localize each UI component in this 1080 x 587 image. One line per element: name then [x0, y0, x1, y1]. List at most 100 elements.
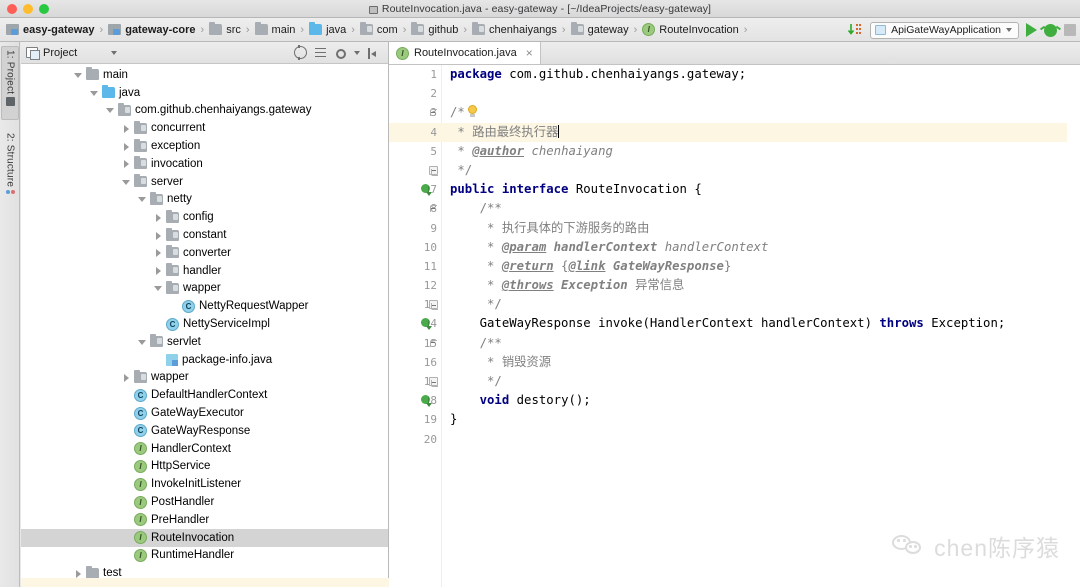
- sidebar-item-project[interactable]: 1: Project: [1, 46, 19, 120]
- window-traffic-lights[interactable]: [7, 4, 49, 14]
- tree-item-main[interactable]: main: [21, 66, 388, 84]
- gutter-line-10[interactable]: 10: [389, 238, 441, 257]
- code-fold-icon[interactable]: [429, 165, 438, 176]
- gutter-line-4[interactable]: 4: [389, 122, 441, 142]
- tree-item-invokeinitlistener[interactable]: I InvokeInitListener: [21, 475, 388, 493]
- tree-twisty-open-icon[interactable]: [89, 87, 100, 98]
- code-line-11[interactable]: * @return {@link GateWayResponse}: [441, 257, 1080, 276]
- code-line-12[interactable]: * @throws Exception 异常信息: [441, 276, 1080, 295]
- code-line-17[interactable]: */: [441, 372, 1080, 391]
- stop-button[interactable]: [1064, 24, 1076, 36]
- gutter-line-17[interactable]: 17: [389, 372, 441, 391]
- code-lines[interactable]: package com.github.chenhaiyangs.gateway;…: [441, 65, 1080, 587]
- gutter-line-14[interactable]: 14: [389, 314, 441, 333]
- tab-routeinvocation-java[interactable]: I RouteInvocation.java ×: [389, 42, 541, 64]
- code-line-20[interactable]: [441, 430, 1080, 449]
- tree-twisty-closed-icon[interactable]: [153, 265, 164, 276]
- maximize-window-button[interactable]: [39, 4, 49, 14]
- tree-item-server[interactable]: server: [21, 173, 388, 191]
- hide-panel-icon[interactable]: [368, 47, 379, 59]
- code-line-14[interactable]: GateWayResponse invoke(HandlerContext ha…: [441, 314, 1080, 333]
- tree-twisty-closed-icon[interactable]: [121, 123, 132, 134]
- gutter-line-11[interactable]: 11: [389, 257, 441, 276]
- tree-twisty-open-icon[interactable]: [105, 105, 116, 116]
- code-fold-icon[interactable]: [429, 377, 438, 387]
- code-line-5[interactable]: * @author chenhaiyang: [441, 142, 1080, 161]
- tree-item-nettyrequestwapper[interactable]: C NettyRequestWapper: [21, 297, 388, 315]
- chevron-down-icon[interactable]: [354, 50, 360, 55]
- tree-item-wapper[interactable]: wapper: [21, 369, 388, 387]
- code-fold-icon[interactable]: [429, 108, 438, 117]
- breadcrumb-item-easy-gateway[interactable]: easy-gateway: [6, 24, 95, 36]
- code-fold-icon[interactable]: [429, 204, 438, 213]
- gutter-line-12[interactable]: 12: [389, 276, 441, 295]
- tree-item-runtimehandler[interactable]: I RuntimeHandler: [21, 547, 388, 565]
- breadcrumb-item-gateway[interactable]: gateway: [570, 22, 629, 36]
- chevron-down-icon[interactable]: [111, 50, 118, 55]
- debug-button[interactable]: [1044, 23, 1057, 37]
- breadcrumb-item-chenhaiyangs[interactable]: chenhaiyangs: [472, 22, 557, 36]
- tree-twisty-open-icon[interactable]: [137, 336, 148, 347]
- code-line-9[interactable]: * 执行具体的下游服务的路由: [441, 219, 1080, 238]
- gutter-line-2[interactable]: 2: [389, 84, 441, 103]
- code-line-2[interactable]: [441, 84, 1080, 103]
- tree-item-exception[interactable]: exception: [21, 137, 388, 155]
- tree-twisty-closed-icon[interactable]: [153, 212, 164, 223]
- gutter-line-7[interactable]: 7: [389, 180, 441, 199]
- gutter-line-1[interactable]: 1: [389, 65, 441, 84]
- minimize-window-button[interactable]: [23, 4, 33, 14]
- breadcrumb-item-routeinvocation[interactable]: I RouteInvocation: [642, 23, 739, 36]
- code-line-15[interactable]: /**: [441, 334, 1080, 353]
- expand-all-icon[interactable]: [315, 46, 328, 59]
- chevron-down-icon[interactable]: [1006, 28, 1012, 32]
- tree-twisty-closed-icon[interactable]: [121, 158, 132, 169]
- tree-twisty-closed-icon[interactable]: [121, 372, 132, 383]
- code-editor[interactable]: 1234567891011121314151617181920 package …: [389, 65, 1080, 587]
- gutter-line-16[interactable]: 16: [389, 353, 441, 372]
- run-configuration-selector[interactable]: ApiGateWayApplication: [870, 21, 1019, 39]
- tree-twisty-open-icon[interactable]: [73, 69, 84, 80]
- gutter-line-19[interactable]: 19: [389, 410, 441, 429]
- code-line-8[interactable]: /**: [441, 199, 1080, 218]
- tree-item-servlet[interactable]: servlet: [21, 333, 388, 351]
- editor-marker-bar[interactable]: [1067, 65, 1080, 587]
- gutter-line-13[interactable]: 13: [389, 295, 441, 314]
- code-fold-icon[interactable]: [429, 300, 438, 311]
- tree-item-defaulthandlercontext[interactable]: C DefaultHandlerContext: [21, 386, 388, 404]
- breadcrumb-item-main[interactable]: main: [254, 22, 295, 36]
- code-line-10[interactable]: * @param handlerContext handlerContext: [441, 238, 1080, 257]
- run-gutter-icon[interactable]: [421, 395, 434, 408]
- tree-item-com-github-chenhaiyangs-gateway[interactable]: com.github.chenhaiyangs.gateway: [21, 102, 388, 120]
- run-gutter-icon[interactable]: [421, 184, 434, 197]
- code-line-4[interactable]: * 路由最终执行器: [441, 122, 1080, 142]
- tree-item-converter[interactable]: converter: [21, 244, 388, 262]
- tree-item-httpservice[interactable]: I HttpService: [21, 458, 388, 476]
- breadcrumb-item-gateway-core[interactable]: gateway-core: [108, 24, 196, 36]
- gutter-line-20[interactable]: 20: [389, 430, 441, 449]
- tree-twisty-closed-icon[interactable]: [153, 230, 164, 241]
- code-line-6[interactable]: */: [441, 161, 1080, 180]
- tree-item-handler[interactable]: handler: [21, 262, 388, 280]
- collapse-all-icon[interactable]: [294, 45, 307, 60]
- tree-item-config[interactable]: config: [21, 208, 388, 226]
- breadcrumb-item-github[interactable]: github: [411, 22, 458, 36]
- tree-item-constant[interactable]: constant: [21, 226, 388, 244]
- tree-item-java[interactable]: java: [21, 84, 388, 102]
- breadcrumb-item-src[interactable]: src: [209, 22, 241, 36]
- settings-gear-icon[interactable]: [336, 48, 346, 59]
- tree-twisty-open-icon[interactable]: [153, 283, 164, 294]
- code-line-18[interactable]: void destory();: [441, 391, 1080, 410]
- breadcrumb-item-com[interactable]: com: [359, 22, 398, 36]
- tree-item-gatewayexecutor[interactable]: C GateWayExecutor: [21, 404, 388, 422]
- tree-item-prehandler[interactable]: I PreHandler: [21, 511, 388, 529]
- gutter-line-18[interactable]: 18: [389, 391, 441, 410]
- code-line-1[interactable]: package com.github.chenhaiyangs.gateway;: [441, 65, 1080, 84]
- breadcrumb-item-java[interactable]: java: [309, 22, 346, 36]
- code-line-16[interactable]: * 销毁资源: [441, 353, 1080, 372]
- sidebar-item-structure[interactable]: 2: Structure: [1, 130, 19, 222]
- gutter-line-3[interactable]: 3: [389, 103, 441, 122]
- gutter-line-5[interactable]: 5: [389, 142, 441, 161]
- code-line-7[interactable]: public interface RouteInvocation {: [441, 180, 1080, 199]
- code-line-3[interactable]: /*: [441, 103, 1080, 122]
- code-line-19[interactable]: }: [441, 410, 1080, 429]
